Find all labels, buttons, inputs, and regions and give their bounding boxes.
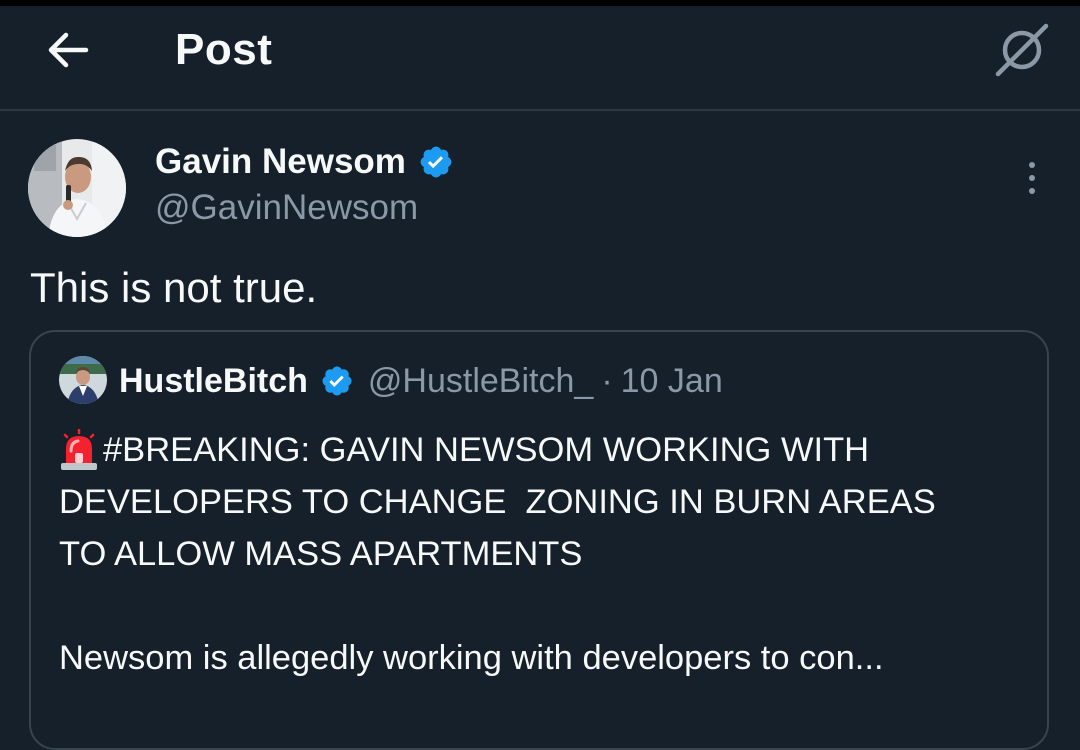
quoted-tweet-date[interactable]: 10 Jan (621, 358, 723, 404)
quoted-text-line: DEVELOPERS TO CHANGE ZONING IN BURN AREA… (59, 476, 1019, 528)
verified-badge-icon[interactable] (320, 364, 354, 398)
quoted-text-line-1: #BREAKING: GAVIN NEWSOM WORKING WITH (103, 431, 870, 469)
quoted-text-line: Newsom is allegedly working with develop… (59, 632, 1019, 684)
author-name[interactable]: Gavin Newsom (155, 141, 406, 183)
quoted-tweet-header: HustleBitch @HustleBitch_ · 10 Jan (119, 358, 723, 404)
author-name-row[interactable]: Gavin Newsom (155, 141, 454, 183)
quoted-author-avatar[interactable] (59, 356, 107, 404)
author-avatar[interactable] (28, 139, 126, 237)
quoted-text-line: #BREAKING: GAVIN NEWSOM WORKING WITH (59, 424, 1019, 476)
top-app-bar: Post (0, 6, 1080, 111)
avatar-photo (28, 139, 126, 237)
page-title: Post (175, 25, 273, 74)
more-options-button[interactable] (1015, 158, 1049, 198)
quoted-author-name[interactable]: HustleBitch (119, 358, 308, 404)
grok-icon (995, 23, 1049, 77)
verified-badge-icon[interactable] (418, 144, 454, 180)
quoted-tweet-card[interactable]: HustleBitch @HustleBitch_ · 10 Jan #BREA… (29, 330, 1049, 750)
quoted-text-line: TO ALLOW MASS APARTMENTS (59, 528, 1019, 580)
avatar-photo (59, 356, 107, 404)
quoted-text-line-3: TO ALLOW MASS APARTMENTS (59, 535, 583, 573)
grok-button[interactable] (990, 20, 1054, 80)
quoted-text-line-2: DEVELOPERS TO CHANGE ZONING IN BURN AREA… (59, 483, 936, 521)
arrow-left-icon (48, 32, 89, 68)
quoted-tweet-body: #BREAKING: GAVIN NEWSOM WORKING WITH DEV… (59, 424, 1019, 684)
quoted-text-line-4: Newsom is allegedly working with develop… (59, 639, 884, 677)
author-handle[interactable]: @GavinNewsom (155, 187, 418, 229)
more-dot (1029, 175, 1035, 181)
more-dot (1029, 162, 1035, 168)
quoted-author-handle[interactable]: @HustleBitch_ (368, 358, 593, 404)
more-dot (1029, 188, 1035, 194)
separator-dot: · (601, 362, 613, 400)
tweet-text: This is not true. (30, 264, 318, 311)
back-button[interactable] (42, 26, 94, 74)
siren-icon (61, 429, 97, 470)
